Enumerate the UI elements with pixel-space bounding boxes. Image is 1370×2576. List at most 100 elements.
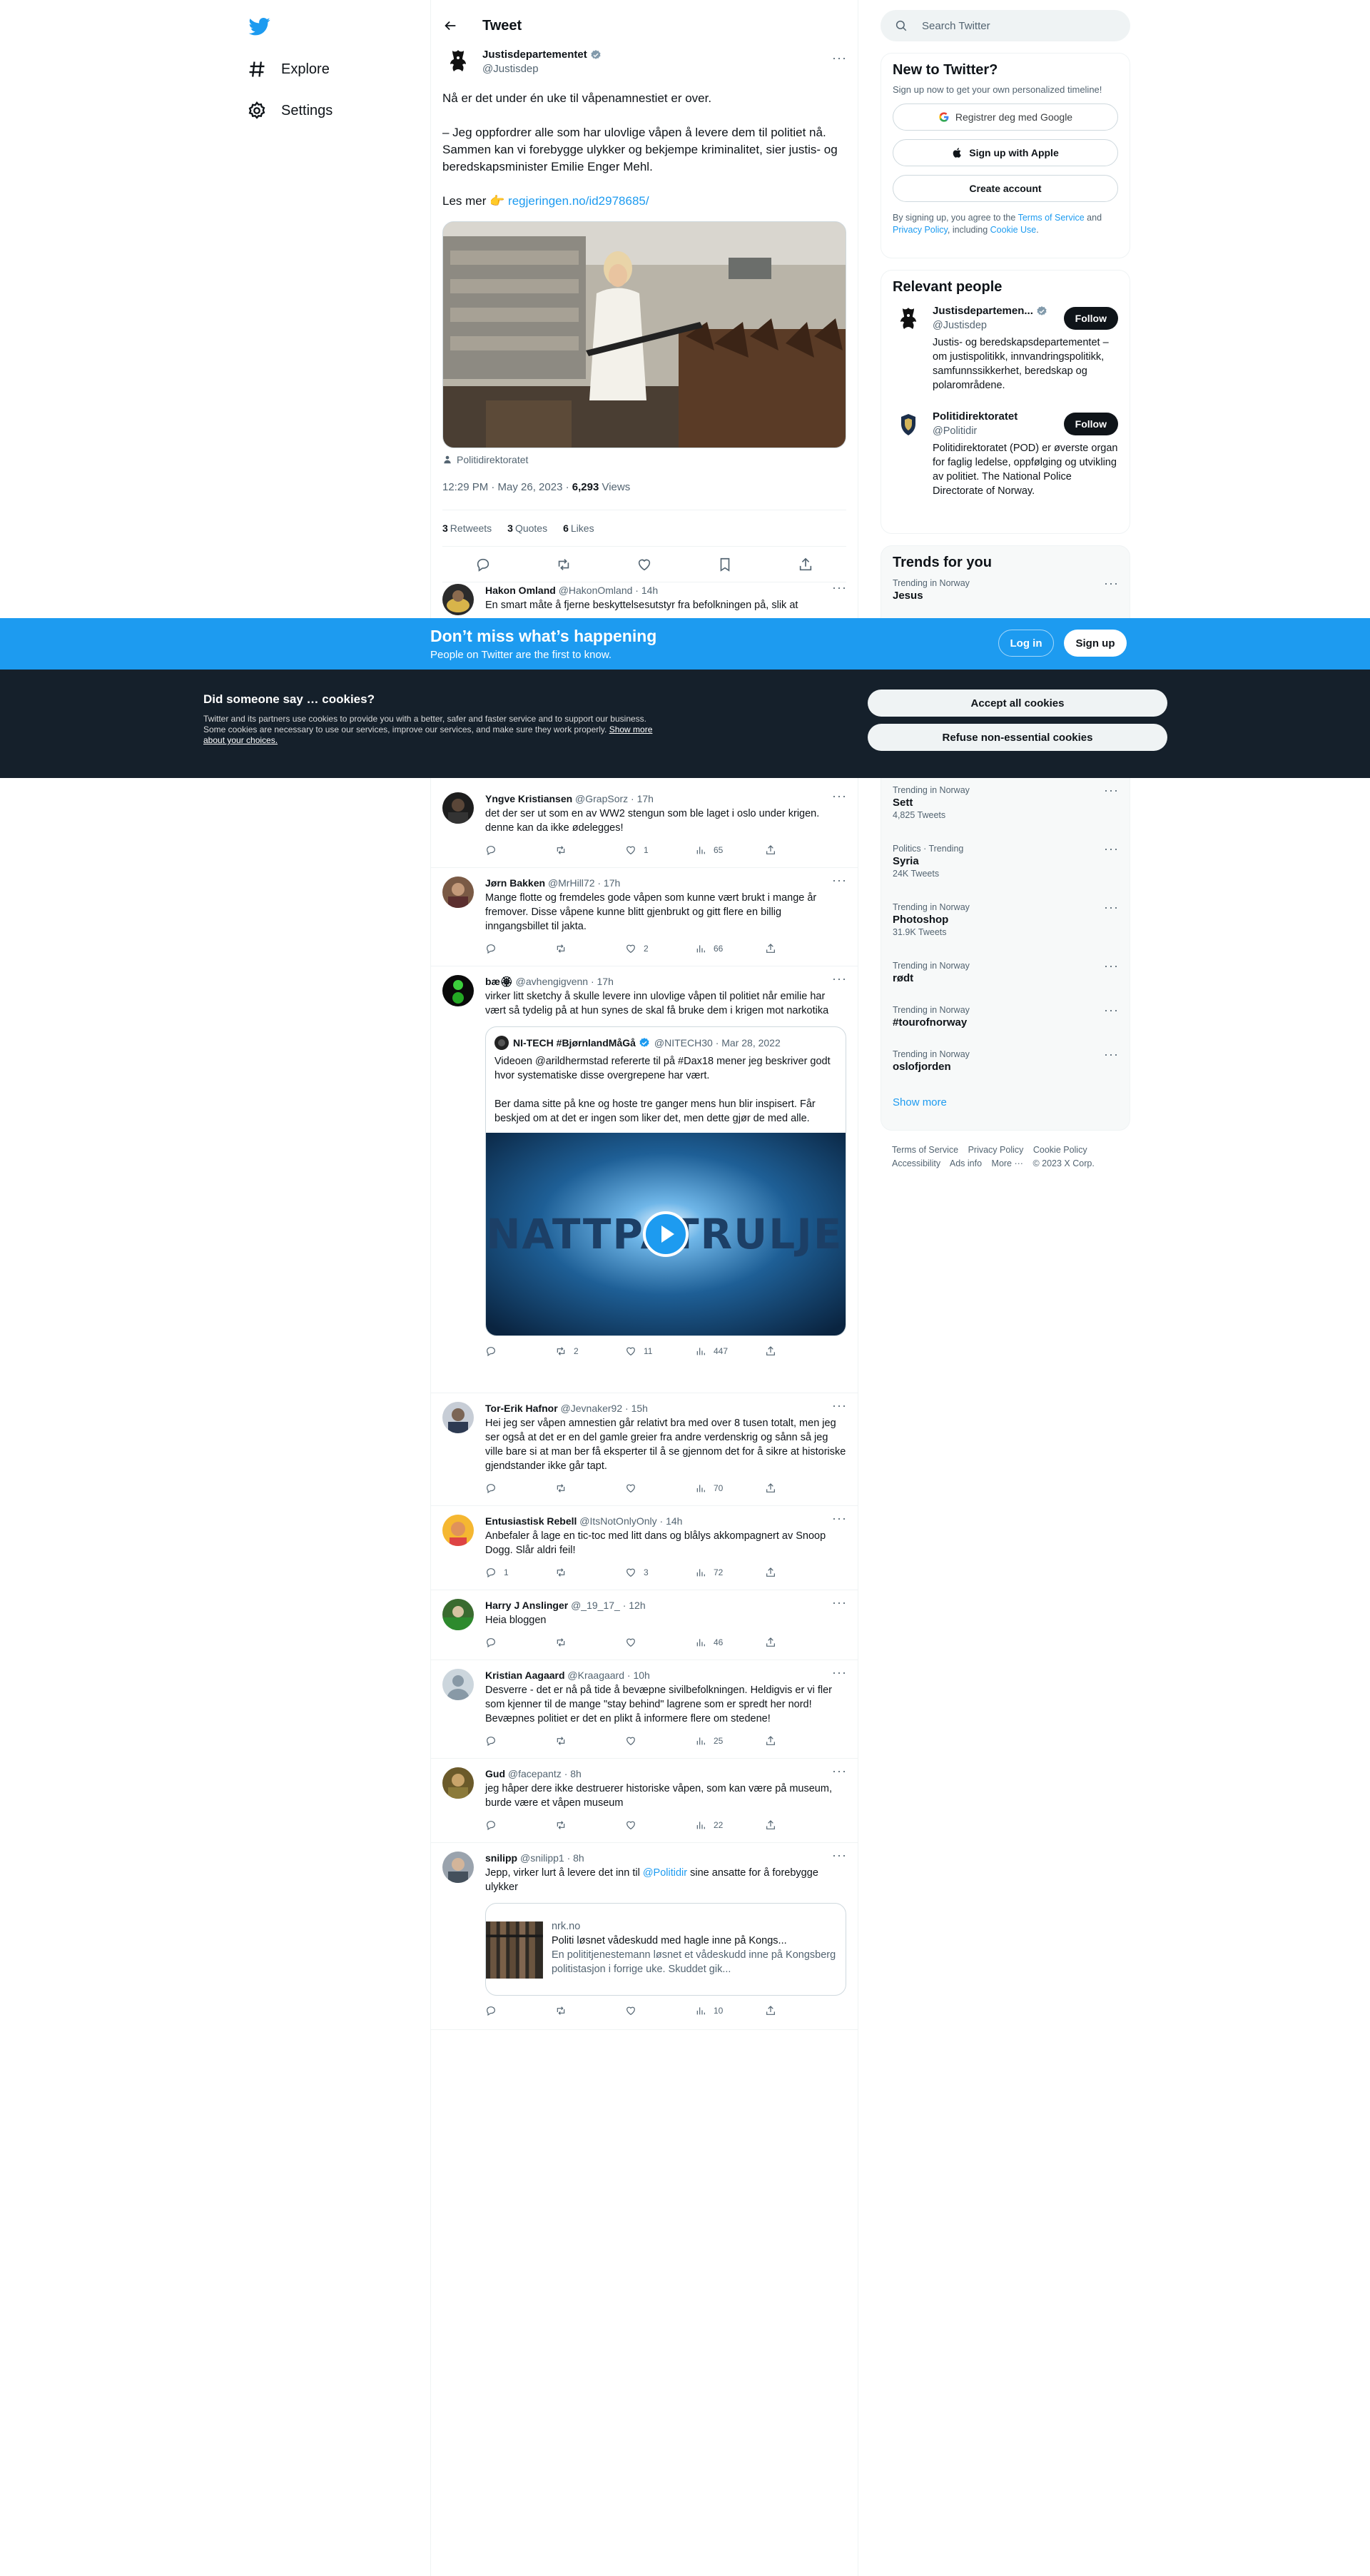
google-signup-button[interactable]: Registrer deg med Google <box>893 103 1118 131</box>
politidir-crest-avatar[interactable] <box>893 410 924 441</box>
nav-explore[interactable]: Explore <box>247 51 330 87</box>
reply-tweet[interactable]: ··· Kristian Aagaard @Kraagaard · 10h De… <box>431 1660 858 1759</box>
more-options-icon[interactable]: ··· <box>1104 901 1118 918</box>
views-button[interactable]: 70 <box>695 1483 765 1494</box>
main-author-name[interactable]: Justisdepartementet <box>482 48 587 62</box>
footer-link[interactable]: Cookie Policy <box>1033 1145 1087 1155</box>
reply-avatar[interactable] <box>442 1599 474 1630</box>
footer-link[interactable]: Ads info <box>950 1158 982 1168</box>
trend-item[interactable]: Trending in Norway Photoshop 31.9K Tweet… <box>881 895 1130 954</box>
trend-item[interactable]: Trending in Norway Sett 4,825 Tweets ··· <box>881 778 1130 837</box>
reply-tweet[interactable]: ··· Harry J Anslinger @_19_17_ · 12h Hei… <box>431 1590 858 1660</box>
footer-link[interactable]: More ··· <box>992 1158 1023 1168</box>
reply-author-name[interactable]: Jørn Bakken <box>485 877 545 889</box>
follow-button[interactable]: Follow <box>1063 413 1118 435</box>
footer-link[interactable]: Privacy Policy <box>968 1145 1024 1155</box>
reply-meta[interactable]: @facepantz · 8h <box>508 1768 582 1779</box>
retweet-button[interactable] <box>555 1483 625 1494</box>
like-button[interactable]: 11 <box>625 1345 695 1357</box>
trend-item[interactable]: Trending in Norway oslofjorden ··· <box>881 1042 1130 1086</box>
reply-author-name[interactable]: Kristian Aagaard <box>485 1670 565 1681</box>
like-button[interactable] <box>625 2005 695 2016</box>
reply-avatar[interactable] <box>442 1767 474 1799</box>
reply-button[interactable] <box>485 1637 555 1648</box>
nav-settings[interactable]: Settings <box>247 93 333 128</box>
reply-avatar[interactable] <box>442 584 474 615</box>
retweet-button[interactable] <box>555 1567 625 1578</box>
share-button[interactable] <box>765 1735 835 1747</box>
tweet-time[interactable]: 12:29 PM · May 26, 2023 · <box>442 481 572 493</box>
footer-link[interactable]: Terms of Service <box>892 1145 958 1155</box>
reply-meta[interactable]: @MrHill72 · 17h <box>548 877 620 889</box>
reply-button[interactable]: 1 <box>485 1567 555 1578</box>
retweet-button[interactable] <box>555 2005 625 2016</box>
more-options-icon[interactable]: ··· <box>832 1666 846 1683</box>
more-options-icon[interactable]: ··· <box>1104 577 1118 594</box>
more-options-icon[interactable]: ··· <box>832 581 846 598</box>
terms-link[interactable]: Terms of Service <box>1018 213 1085 223</box>
more-options-icon[interactable]: ··· <box>832 1849 846 1866</box>
like-icon[interactable] <box>636 557 652 572</box>
reply-button[interactable] <box>485 844 555 856</box>
retweet-button[interactable] <box>555 1735 625 1747</box>
likes-stat[interactable]: 6 Likes <box>563 522 594 534</box>
reply-meta[interactable]: @avhengigvenn · 17h <box>516 976 614 987</box>
link-preview-card[interactable]: nrk.no Politi løsnet vådeskudd med hagle… <box>485 1903 846 1996</box>
mention-link[interactable]: @Politidir <box>643 1867 687 1879</box>
reply-author-name[interactable]: Tor-Erik Hafnor <box>485 1403 558 1414</box>
more-options-icon[interactable]: ··· <box>832 1399 846 1416</box>
apple-signup-button[interactable]: Sign up with Apple <box>893 139 1118 166</box>
reply-meta[interactable]: @GrapSorz · 17h <box>575 793 654 804</box>
quoted-video[interactable]: NATTPATRULJEN <box>486 1133 846 1335</box>
reply-tweet[interactable]: ··· Tor-Erik Hafnor @Jevnaker92 · 15h He… <box>431 1393 858 1506</box>
reply-button[interactable] <box>485 2005 555 2016</box>
create-account-button[interactable]: Create account <box>893 175 1118 202</box>
reply-button[interactable] <box>485 1735 555 1747</box>
reply-meta[interactable]: @Jevnaker92 · 15h <box>561 1403 648 1414</box>
relevant-person[interactable]: Politidirektoratet @Politidir Politidire… <box>881 401 1130 507</box>
cookie-use-link[interactable]: Cookie Use <box>990 225 1037 235</box>
refuse-cookies-button[interactable]: Refuse non-essential cookies <box>868 724 1167 751</box>
more-options-icon[interactable]: ··· <box>832 1764 846 1782</box>
share-button[interactable] <box>765 1637 835 1648</box>
views-button[interactable]: 65 <box>695 844 765 856</box>
share-button[interactable] <box>765 844 835 856</box>
reply-avatar[interactable] <box>442 877 474 908</box>
reply-author-name[interactable]: Hakon Omland <box>485 585 556 596</box>
justisdep-crest-avatar[interactable] <box>442 46 474 78</box>
main-author-handle[interactable]: @Justisdep <box>482 62 602 76</box>
retweet-button[interactable]: 2 <box>555 1345 625 1357</box>
trend-item[interactable]: Trending in Norway Jesus ··· <box>881 571 1130 615</box>
justisdep-crest-avatar[interactable] <box>893 304 924 335</box>
reply-tweet[interactable]: ··· bæ🏵 @avhengigvenn · 17h virker litt … <box>431 966 858 1393</box>
more-options-icon[interactable]: ··· <box>1104 1048 1118 1065</box>
reply-meta[interactable]: @_19_17_ · 12h <box>571 1600 646 1611</box>
reply-avatar[interactable] <box>442 792 474 824</box>
share-button[interactable] <box>765 1483 835 1494</box>
reply-meta[interactable]: @HakonOmland · 14h <box>559 585 659 596</box>
default-avatar[interactable] <box>442 1669 474 1700</box>
like-button[interactable]: 1 <box>625 844 695 856</box>
bookmark-icon[interactable] <box>717 557 733 572</box>
retweet-button[interactable] <box>555 1637 625 1648</box>
accept-cookies-button[interactable]: Accept all cookies <box>868 690 1167 717</box>
reply-tweet[interactable]: ··· Entusiastisk Rebell @ItsNotOnlyOnly … <box>431 1506 858 1590</box>
privacy-link[interactable]: Privacy Policy <box>893 225 948 235</box>
search-input[interactable] <box>922 19 1107 32</box>
reply-author-name[interactable]: bæ🏵 <box>485 976 513 987</box>
like-button[interactable] <box>625 1819 695 1831</box>
more-options-icon[interactable]: ··· <box>832 51 846 69</box>
reply-avatar[interactable] <box>442 1402 474 1433</box>
reply-button[interactable] <box>485 1483 555 1494</box>
reply-author-name[interactable]: Entusiastisk Rebell <box>485 1515 577 1527</box>
like-button[interactable]: 3 <box>625 1567 695 1578</box>
trend-item[interactable]: Trending in Norway #tourofnorway ··· <box>881 998 1130 1042</box>
retweet-button[interactable] <box>555 943 625 954</box>
trend-item[interactable]: Trending in Norway rødt ··· <box>881 954 1130 998</box>
reply-author-name[interactable]: snilipp <box>485 1852 517 1864</box>
reply-avatar[interactable] <box>442 1852 474 1883</box>
retweet-button[interactable] <box>555 844 625 856</box>
reply-meta[interactable]: @ItsNotOnlyOnly · 14h <box>579 1515 682 1527</box>
share-button[interactable] <box>765 1819 835 1831</box>
more-options-icon[interactable]: ··· <box>832 1596 846 1613</box>
